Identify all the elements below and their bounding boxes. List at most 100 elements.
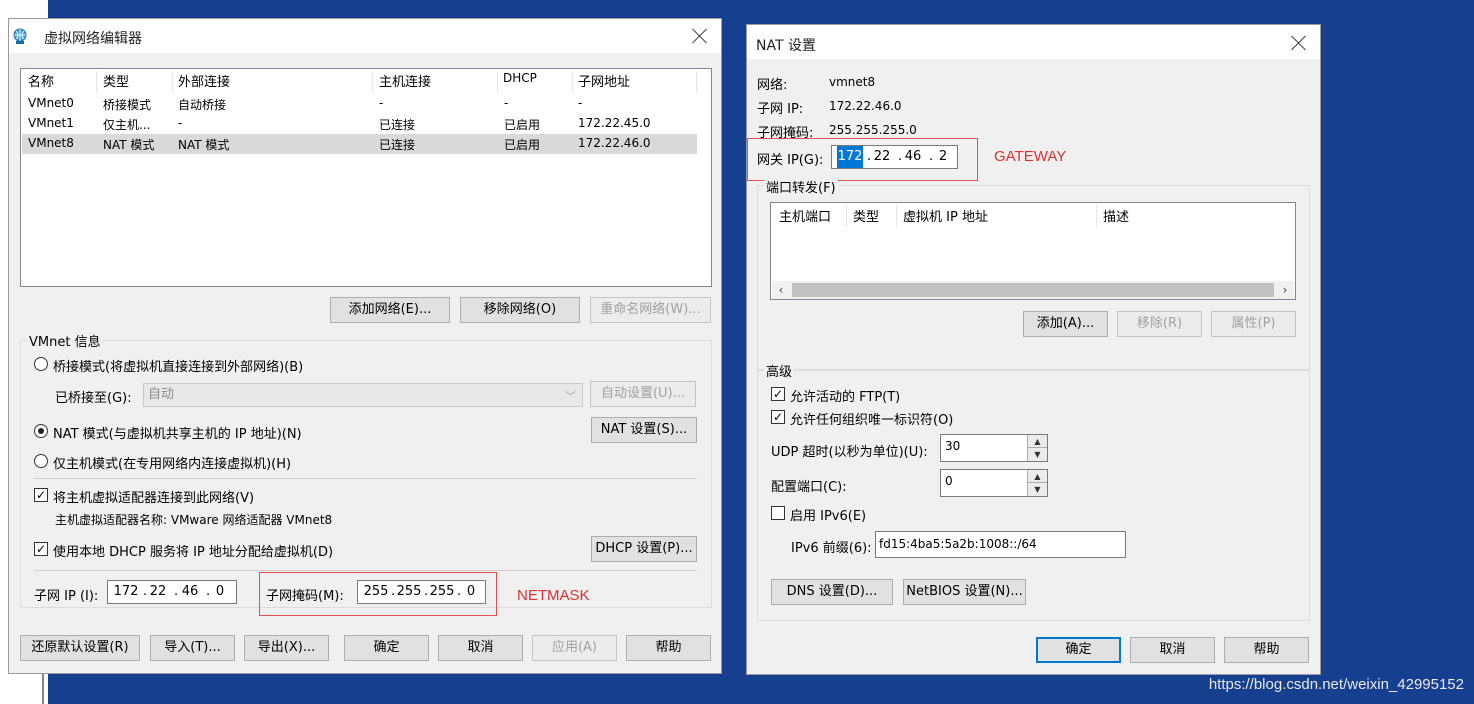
nat-titlebar: NAT 设置 (747, 25, 1320, 59)
ipv6-prefix-input[interactable]: fd15:4ba5:5a2b:1008::/64 (875, 531, 1126, 558)
column-header-type[interactable]: 类型 (103, 71, 129, 90)
allow-uid-label[interactable]: 允许任何组织唯一标识符(O) (790, 409, 953, 428)
scroll-left-icon[interactable]: ‹ (772, 281, 790, 299)
arrow-up-icon[interactable]: ▲ (1027, 435, 1047, 448)
hostonly-mode-radio[interactable] (34, 454, 48, 468)
restore-defaults-button[interactable]: 还原默认设置(R) (20, 635, 140, 661)
import-button[interactable]: 导入(T)... (150, 635, 235, 661)
ip-octet: 46 (181, 584, 199, 599)
column-header-subnet[interactable]: 子网地址 (578, 71, 630, 90)
bridged-to-select[interactable]: 自动 ﹀ (143, 383, 583, 407)
rename-network-button[interactable]: 重命名网络(W)... (590, 297, 711, 323)
column-separator (96, 71, 97, 93)
nat-settings-button[interactable]: NAT 设置(S)... (591, 417, 697, 443)
allow-uid-checkbox[interactable] (771, 410, 785, 424)
table-row-selected[interactable]: VMnet8 NAT 模式 NAT 模式 已连接 已启用 172.22.46.0 (22, 134, 697, 154)
advanced-title: 高级 (764, 361, 795, 380)
network-globe-icon (13, 28, 27, 44)
column-separator (846, 205, 847, 227)
auto-settings-button[interactable]: 自动设置(U)... (590, 381, 696, 407)
help-button[interactable]: 帮助 (626, 635, 711, 661)
column-separator (572, 71, 573, 93)
port-forwarding-list[interactable]: 主机端口 类型 虚拟机 IP 地址 描述 ‹ › (770, 202, 1296, 300)
network-list[interactable]: 名称 类型 外部连接 主机连接 DHCP 子网地址 VMnet0 桥接模式 自动… (20, 68, 712, 287)
bridged-to-label: 已桥接至(G): (55, 391, 132, 406)
column-header-name[interactable]: 名称 (28, 71, 54, 90)
vne-title: 虚拟网络编辑器 (44, 31, 142, 47)
netbios-settings-button[interactable]: NetBIOS 设置(N)... (903, 579, 1026, 605)
cell-host: 已连接 (379, 138, 416, 152)
arrow-up-icon[interactable]: ▲ (1027, 470, 1047, 483)
nat-mode-radio[interactable] (34, 424, 48, 438)
table-row[interactable]: VMnet1 仅主机... - 已连接 已启用 172.22.45.0 (22, 114, 697, 134)
cell-subnet: 172.22.45.0 (578, 116, 651, 130)
config-port-stepper[interactable]: 0 ▲ ▼ (940, 469, 1048, 497)
column-header-external[interactable]: 外部连接 (178, 71, 230, 90)
column-header-description[interactable]: 描述 (1103, 206, 1129, 225)
config-port-label: 配置端口(C): (771, 480, 847, 495)
cancel-button[interactable]: 取消 (438, 635, 523, 661)
horizontal-scrollbar[interactable]: ‹ › (772, 281, 1294, 299)
column-header-vm-ip[interactable]: 虚拟机 IP 地址 (903, 206, 988, 225)
scroll-right-icon[interactable]: › (1276, 281, 1294, 299)
properties-button[interactable]: 属性(P) (1211, 311, 1296, 337)
hostonly-mode-label[interactable]: 仅主机模式(在专用网络内连接虚拟机)(H) (53, 453, 291, 472)
help-button[interactable]: 帮助 (1224, 637, 1309, 663)
allow-ftp-checkbox[interactable] (771, 387, 785, 401)
remove-port-button[interactable]: 移除(R) (1117, 311, 1202, 337)
nat-mode-label[interactable]: NAT 模式(与虚拟机共享主机的 IP 地址)(N) (53, 423, 302, 442)
vne-titlebar: 虚拟网络编辑器 (9, 19, 721, 53)
connect-adapter-label[interactable]: 将主机虚拟适配器连接到此网络(V) (53, 487, 254, 506)
connect-adapter-checkbox[interactable] (34, 488, 48, 502)
vne-close-icon[interactable] (689, 25, 711, 47)
cell-dhcp: 已启用 (504, 138, 541, 152)
network-value: vmnet8 (829, 75, 876, 89)
subnet-mask-value: 255.255.255.0 (829, 123, 917, 137)
add-network-button[interactable]: 添加网络(E)... (330, 297, 450, 323)
adapter-name-text: 主机虚拟适配器名称: VMware 网络适配器 VMnet8 (55, 513, 333, 527)
cell-subnet: - (578, 96, 583, 110)
dhcp-settings-button[interactable]: DHCP 设置(P)... (591, 536, 697, 562)
cell-host: 已连接 (379, 118, 416, 132)
use-dhcp-label[interactable]: 使用本地 DHCP 服务将 IP 地址分配给虚拟机(D) (53, 541, 333, 560)
network-label: 网络: (757, 78, 788, 93)
udp-timeout-stepper[interactable]: 30 ▲ ▼ (940, 434, 1048, 462)
cancel-button[interactable]: 取消 (1130, 637, 1215, 663)
bridge-mode-label[interactable]: 桥接模式(将虚拟机直接连接到外部网络)(B) (53, 356, 303, 375)
allow-ftp-label[interactable]: 允许活动的 FTP(T) (790, 386, 900, 405)
add-port-button[interactable]: 添加(A)... (1023, 311, 1108, 337)
virtual-network-editor-window: 虚拟网络编辑器 名称 类型 外部连接 主机连接 DHCP 子网地址 VMnet0… (8, 18, 722, 674)
ip-octet: 0 (215, 584, 225, 599)
cell-external: 自动桥接 (178, 98, 227, 112)
use-dhcp-checkbox[interactable] (34, 542, 48, 556)
ok-button[interactable]: 确定 (344, 635, 429, 661)
cell-type: 桥接模式 (103, 98, 152, 112)
scrollbar-thumb[interactable] (792, 283, 1274, 297)
table-row[interactable]: VMnet0 桥接模式 自动桥接 - - - (22, 94, 697, 114)
nat-close-icon[interactable] (1288, 32, 1310, 54)
vmnet-info-title: VMnet 信息 (27, 331, 103, 350)
gateway-highlight-box (747, 138, 978, 181)
subnet-ip-input[interactable]: 172 . 22 . 46 . 0 (107, 580, 237, 604)
column-separator (497, 71, 498, 93)
column-header-host[interactable]: 主机连接 (379, 71, 431, 90)
column-header-type[interactable]: 类型 (853, 206, 879, 225)
column-separator (372, 71, 373, 93)
apply-button[interactable]: 应用(A) (532, 635, 617, 661)
divider (34, 478, 697, 479)
column-header-dhcp[interactable]: DHCP (503, 71, 537, 85)
bridge-mode-radio[interactable] (34, 357, 48, 371)
remove-network-button[interactable]: 移除网络(O) (460, 297, 580, 323)
watermark-text: https://blog.csdn.net/weixin_42995152 (1208, 676, 1464, 693)
arrow-down-icon[interactable]: ▼ (1027, 448, 1047, 461)
dns-settings-button[interactable]: DNS 设置(D)... (771, 579, 893, 605)
export-button[interactable]: 导出(X)... (244, 635, 329, 661)
subnet-ip-label: 子网 IP: (757, 102, 804, 117)
column-header-host-port[interactable]: 主机端口 (779, 206, 831, 225)
ok-button[interactable]: 确定 (1036, 637, 1121, 663)
port-forwarding-title: 端口转发(F) (764, 177, 838, 196)
arrow-down-icon[interactable]: ▼ (1027, 483, 1047, 496)
column-separator (172, 71, 173, 93)
enable-ipv6-label[interactable]: 启用 IPv6(E) (790, 505, 866, 524)
enable-ipv6-checkbox[interactable] (771, 506, 785, 520)
